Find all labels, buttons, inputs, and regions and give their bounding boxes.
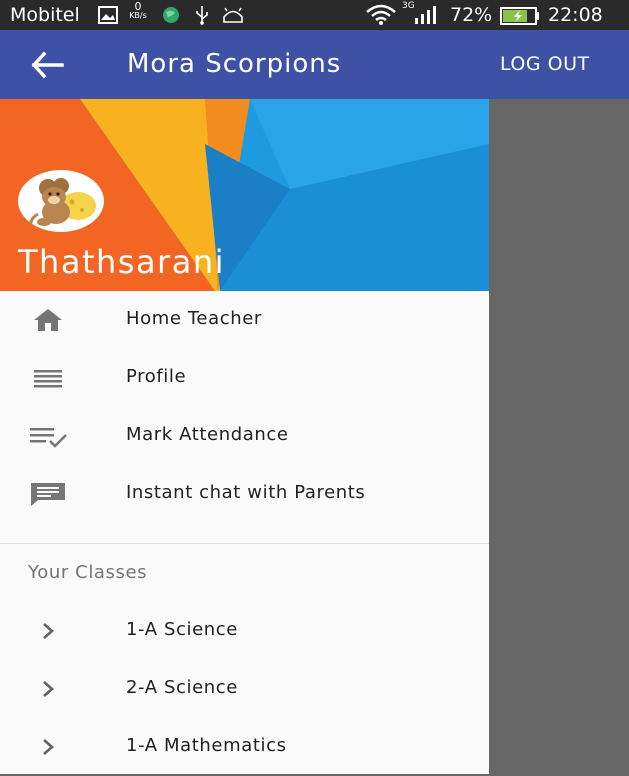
carrier-name: Mobitel (10, 4, 80, 26)
avatar[interactable] (18, 170, 104, 232)
chat-icon (31, 483, 65, 506)
drawer-menu: Home Teacher Profile Mark Attendance Ins… (0, 291, 489, 523)
drawer-header: Thathsarani (0, 99, 489, 291)
section-title-your-classes: Your Classes (28, 562, 148, 583)
user-name: Thathsarani (18, 243, 225, 281)
menu-item-profile[interactable]: Profile (0, 349, 489, 407)
back-arrow-icon[interactable] (30, 50, 66, 80)
menu-item-label: Home Teacher (126, 308, 262, 329)
checklist-icon (30, 428, 67, 448)
network-type: 3G (402, 1, 415, 11)
logout-button[interactable]: LOG OUT (500, 52, 590, 76)
divider (0, 543, 489, 544)
app-bar: Mora Scorpions LOG OUT (0, 30, 629, 99)
signal-icon (415, 6, 436, 24)
class-item-label: 1-A Science (126, 619, 238, 640)
menu-item-instant-chat[interactable]: Instant chat with Parents (0, 465, 489, 523)
battery-icon (500, 7, 539, 25)
class-item[interactable]: 1-A Mathematics (0, 718, 489, 776)
chevron-right-icon (43, 623, 54, 639)
home-icon (34, 309, 62, 331)
net-speed: 0 KB/s (129, 0, 147, 20)
content-scrim[interactable] (489, 99, 629, 774)
class-item-label: 1-A Mathematics (126, 735, 287, 756)
chevron-right-icon (43, 681, 54, 697)
app-title: Mora Scorpions (127, 49, 342, 79)
classes-list: 1-A Science 2-A Science 1-A Mathematics (0, 602, 489, 776)
android-icon (223, 7, 243, 23)
navigation-drawer: Thathsarani Home Teacher Profile Mark At… (0, 99, 489, 774)
usb-icon (196, 6, 208, 25)
class-item[interactable]: 2-A Science (0, 660, 489, 718)
wifi-icon (366, 4, 396, 25)
menu-item-label: Mark Attendance (126, 424, 289, 445)
lines-icon (34, 370, 62, 388)
menu-item-mark-attendance[interactable]: Mark Attendance (0, 407, 489, 465)
mouse-avatar-icon (29, 178, 96, 229)
image-icon (98, 6, 118, 24)
menu-item-label: Instant chat with Parents (126, 482, 366, 503)
menu-item-home-teacher[interactable]: Home Teacher (0, 291, 489, 349)
class-item[interactable]: 1-A Science (0, 602, 489, 660)
globe-icon (163, 7, 179, 23)
menu-item-label: Profile (126, 366, 187, 387)
chevron-right-icon (43, 739, 54, 755)
class-item-label: 2-A Science (126, 677, 238, 698)
clock: 22:08 (548, 4, 603, 26)
status-bar: Mobitel 0 KB/s 3G 72% 22:08 (0, 0, 629, 30)
battery-percent: 72% (450, 4, 493, 26)
